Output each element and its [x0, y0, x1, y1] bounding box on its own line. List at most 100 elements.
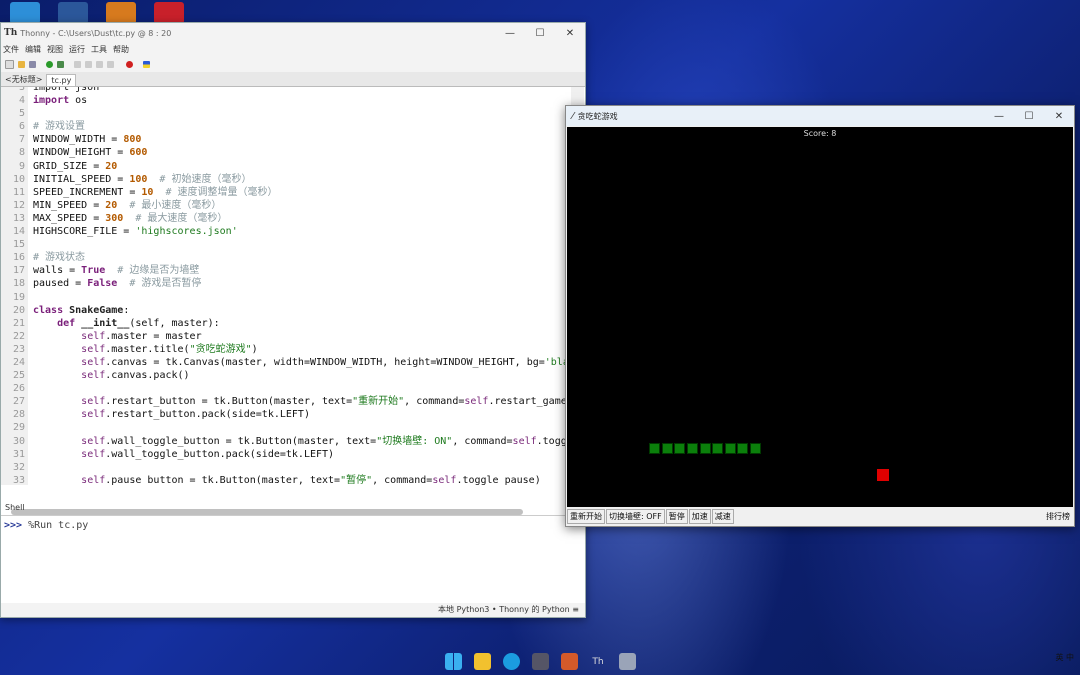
feather-icon: ⁄: [572, 110, 574, 122]
game-title: 贪吃蛇游戏: [577, 111, 618, 121]
code-line: 7 WINDOW_WIDTH = 800: [1, 133, 571, 146]
line-number: 30: [12, 435, 25, 447]
line-number: 5: [18, 108, 25, 120]
stop-icon[interactable]: [126, 60, 133, 68]
leaderboard-button[interactable]: 排行榜: [1044, 510, 1072, 523]
thonny-taskbar-icon[interactable]: Th: [590, 653, 607, 670]
code-line: 30 self.wall_toggle_button = tk.Button(m…: [1, 435, 571, 448]
game-maximize-icon[interactable]: ☐: [1014, 111, 1044, 122]
thonny-title: Thonny - C:\Users\Dust\tc.py @ 8 : 20: [20, 28, 172, 38]
code-text: INITIAL_SPEED = 100 # 初始速度（毫秒）: [33, 173, 252, 185]
new-file-icon[interactable]: [5, 59, 14, 69]
menu-file[interactable]: 文件: [3, 44, 19, 55]
code-text: paused = False # 游戏是否暂停: [33, 278, 202, 290]
code-text: walls = True # 边缘是否为墙壁: [33, 265, 200, 277]
qq-icon[interactable]: [560, 653, 578, 670]
snake-segment: [661, 443, 673, 455]
step-over-icon[interactable]: [74, 60, 81, 68]
line-number: 17: [12, 265, 25, 277]
line-number: 9: [18, 160, 25, 172]
game-titlebar: ⁄ 贪吃蛇游戏 — ☐ ✕: [566, 106, 1074, 126]
score-label: Score: 8: [803, 129, 837, 138]
menu-edit[interactable]: 编辑: [25, 44, 41, 55]
code-line: 18 paused = False # 游戏是否暂停: [1, 277, 571, 290]
interpreter-status[interactable]: 本地 Python3 • Thonny 的 Python ≡: [438, 605, 585, 614]
code-text: # 游戏状态: [33, 252, 86, 264]
shell-tab[interactable]: Shell: [5, 503, 25, 512]
maximize-icon[interactable]: ☐: [525, 28, 555, 39]
pause-button[interactable]: 暂停: [665, 509, 688, 524]
line-number: 19: [12, 291, 25, 303]
snake-segment: [724, 443, 736, 455]
edge-icon[interactable]: [502, 653, 520, 670]
tab-tc-py[interactable]: tc.py: [46, 74, 77, 86]
shell-panel[interactable]: >>> %Run tc.py: [1, 515, 585, 605]
status-bar: 本地 Python3 • Thonny 的 Python ≡: [1, 603, 585, 617]
resume-icon[interactable]: [107, 60, 114, 68]
line-number: 14: [12, 226, 25, 238]
snake-segment: [737, 443, 749, 455]
code-line: 11 SPEED_INCREMENT = 10 # 速度调整增量（毫秒）: [1, 186, 571, 199]
code-text: HIGHSCORE_FILE = 'highscores.json': [33, 226, 238, 238]
code-text: MIN_SPEED = 20 # 最小速度（毫秒）: [33, 199, 222, 211]
speed-up-button[interactable]: 加速: [688, 509, 711, 524]
code-text: self.wall_toggle_button.pack(side=tk.LEF…: [81, 448, 335, 460]
line-number: 22: [12, 330, 25, 342]
minimize-icon[interactable]: —: [495, 28, 525, 39]
line-number: 4: [18, 95, 25, 107]
code-line: 29: [1, 421, 571, 434]
code-line: 9 GRID_SIZE = 20: [1, 160, 571, 173]
windows-start-icon[interactable]: [444, 653, 462, 670]
word-icon[interactable]: [58, 2, 88, 24]
open-file-icon[interactable]: [18, 60, 25, 68]
toggle-walls-button[interactable]: 切换墙壁: OFF: [606, 509, 665, 524]
python-feather-icon[interactable]: [618, 653, 636, 670]
code-text: GRID_SIZE = 20: [33, 160, 118, 172]
code-text: self.restart_button.pack(side=tk.LEFT): [81, 409, 310, 421]
menu-tools[interactable]: 工具: [91, 44, 107, 55]
file-explorer-icon[interactable]: [473, 653, 491, 670]
tab-untitled[interactable]: <无标题>: [1, 73, 46, 86]
snake-segment: [686, 443, 698, 455]
line-number: 23: [12, 343, 25, 355]
line-number: 6: [18, 121, 25, 133]
shell-command: %Run tc.py: [22, 520, 89, 531]
code-editor[interactable]: 3 import json 4 import os 5 6 # 游戏设置 7 WINDOW_WI…: [1, 87, 571, 485]
support-ukraine-icon[interactable]: [143, 60, 150, 68]
close-icon[interactable]: ✕: [555, 28, 585, 39]
desktop-icon-3[interactable]: [106, 2, 136, 24]
run-icon[interactable]: [46, 60, 53, 68]
step-out-icon[interactable]: [96, 60, 103, 68]
system-tray[interactable]: 英 中: [1055, 652, 1074, 663]
code-text: self.restart_button = tk.Button(master, …: [81, 396, 571, 408]
code-text: self.canvas = tk.Canvas(master, width=WI…: [81, 356, 571, 368]
step-into-icon[interactable]: [85, 60, 92, 68]
menu-view[interactable]: 视图: [47, 44, 63, 55]
line-number: 12: [12, 199, 25, 211]
game-button-bar: 重新开始 切换墙壁: OFF 暂停 加速 减速 排行榜: [567, 508, 1073, 525]
taskbar: Th: [0, 648, 1080, 675]
code-text: WINDOW_WIDTH = 800: [33, 134, 142, 146]
desktop-icon-1[interactable]: [10, 2, 40, 24]
thonny-logo-icon: Th: [4, 28, 18, 38]
menu-run[interactable]: 运行: [69, 44, 85, 55]
desktop-icon-4[interactable]: [154, 2, 184, 24]
code-text: class SnakeGame:: [33, 304, 130, 316]
save-icon[interactable]: [29, 60, 36, 68]
shell-prompt: >>>: [4, 520, 23, 531]
menu-help[interactable]: 帮助: [113, 44, 129, 55]
code-line: 19: [1, 291, 571, 304]
line-number: 29: [12, 422, 25, 434]
slow-down-button[interactable]: 减速: [711, 509, 734, 524]
game-canvas[interactable]: Score: 8: [567, 127, 1073, 507]
code-line: 3 import json: [1, 87, 571, 94]
game-minimize-icon[interactable]: —: [984, 111, 1014, 122]
debug-icon[interactable]: [57, 60, 64, 68]
line-number: 10: [12, 173, 25, 185]
line-number: 3: [18, 87, 25, 93]
restart-button[interactable]: 重新开始: [567, 509, 605, 524]
game-close-icon[interactable]: ✕: [1044, 111, 1074, 122]
code-line: 10 INITIAL_SPEED = 100 # 初始速度（毫秒）: [1, 173, 571, 186]
line-number: 16: [12, 252, 25, 264]
app-icon[interactable]: [531, 653, 549, 670]
